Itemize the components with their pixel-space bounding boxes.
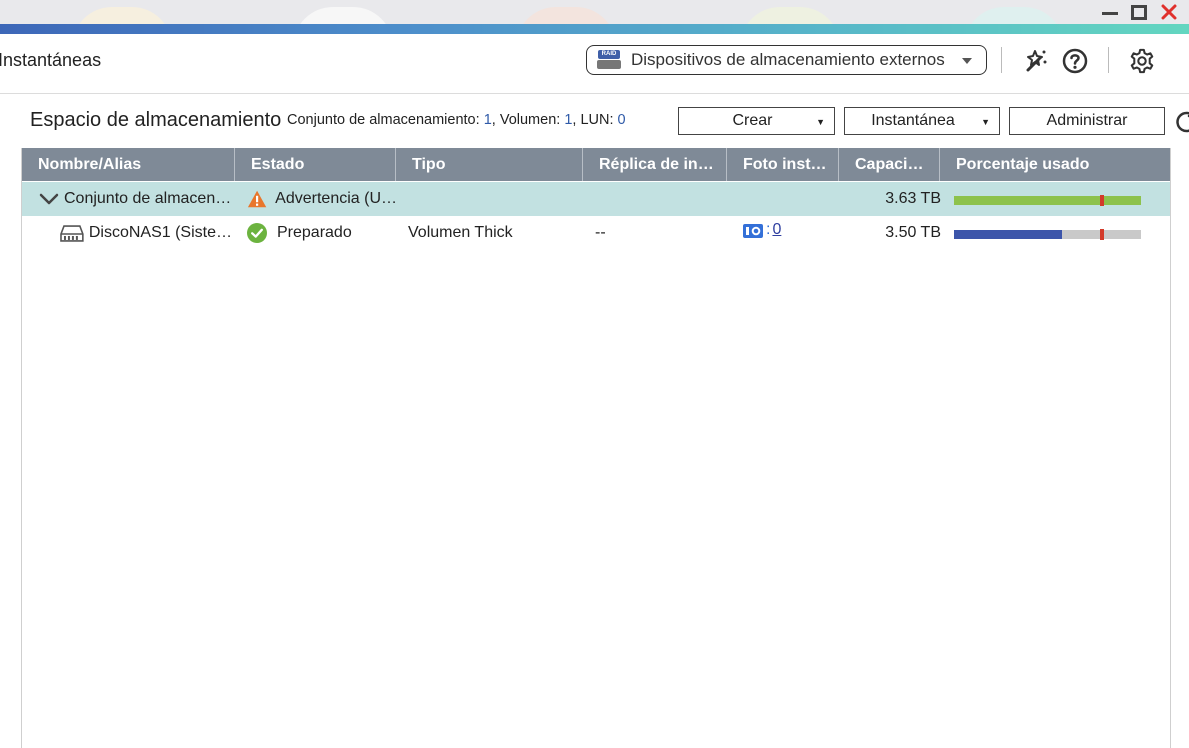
volume-name-cell: DiscoNAS1 (Siste… bbox=[60, 216, 232, 250]
help-button[interactable] bbox=[1062, 48, 1088, 74]
section-title: Espacio de almacenamiento bbox=[30, 109, 282, 131]
volume-snapshot-cell: : 0 bbox=[743, 216, 833, 250]
lun-count: 0 bbox=[617, 112, 626, 128]
close-button[interactable] bbox=[1157, 2, 1181, 22]
column-header-capacity[interactable]: Capaci… bbox=[839, 148, 940, 181]
external-storage-label: Dispositivos de almacenamiento externos bbox=[631, 50, 945, 69]
chevron-down-icon bbox=[962, 58, 972, 64]
row-type: Volumen Thick bbox=[408, 224, 513, 241]
minimize-icon bbox=[1102, 11, 1118, 15]
pool-name-cell: Conjunto de almacen… bbox=[39, 182, 233, 216]
chevron-down-icon[interactable] bbox=[39, 193, 59, 205]
maximize-icon bbox=[1131, 4, 1147, 20]
window-top-strip bbox=[0, 0, 1189, 24]
minimize-button[interactable] bbox=[1099, 2, 1121, 22]
column-header-status[interactable]: Estado bbox=[235, 148, 396, 181]
divider bbox=[1001, 47, 1002, 73]
column-header-name[interactable]: Nombre/Alias bbox=[22, 148, 235, 181]
column-header-type[interactable]: Tipo bbox=[396, 148, 583, 181]
page-title: Instantáneas bbox=[0, 50, 102, 70]
create-button[interactable]: Crear ▼ bbox=[678, 107, 835, 135]
app-header: Instantáneas RAID Dispositivos de almace… bbox=[0, 34, 1189, 94]
pool-capacity-cell: 3.63 TB bbox=[839, 182, 941, 216]
check-circle-icon bbox=[247, 223, 267, 243]
row-capacity: 3.50 TB bbox=[885, 224, 941, 241]
storage-toolbar: Espacio de almacenamiento Conjunto de al… bbox=[0, 94, 1189, 148]
raid-device-icon: RAID bbox=[597, 50, 623, 70]
divider bbox=[1108, 47, 1109, 73]
maximize-button[interactable] bbox=[1128, 2, 1150, 22]
column-header-usage[interactable]: Porcentaje usado bbox=[940, 148, 1170, 181]
warning-icon bbox=[247, 190, 267, 208]
snapshot-button[interactable]: Instantánea ▼ bbox=[844, 107, 1000, 135]
pool-usage-bar bbox=[954, 195, 1141, 206]
storage-table: Nombre/Alias Estado Tipo Réplica de in… … bbox=[21, 148, 1171, 748]
volume-type-cell: Volumen Thick bbox=[408, 216, 578, 250]
storage-summary: Conjunto de almacenamiento: 1, Volumen: … bbox=[287, 112, 626, 128]
pool-count: 1 bbox=[483, 112, 492, 128]
manage-button[interactable]: Administrar bbox=[1009, 107, 1165, 135]
snapshot-count-link[interactable]: 0 bbox=[772, 221, 781, 239]
refresh-icon bbox=[1176, 111, 1189, 133]
external-storage-dropdown[interactable]: RAID Dispositivos de almacenamiento exte… bbox=[586, 45, 987, 75]
table-row[interactable]: Conjunto de almacen… Advertencia (U… 3.6… bbox=[22, 182, 1170, 216]
caret-down-icon: ▼ bbox=[981, 117, 990, 127]
row-name: DiscoNAS1 (Siste… bbox=[88, 224, 232, 241]
row-capacity: 3.63 TB bbox=[885, 190, 941, 207]
row-status: Advertencia (U… bbox=[275, 190, 397, 207]
usage-fill bbox=[954, 230, 1063, 239]
tab-shape bbox=[740, 7, 840, 24]
volume-usage-bar bbox=[954, 229, 1141, 240]
tab-shape bbox=[72, 7, 172, 24]
table-row[interactable]: DiscoNAS1 (Siste… Preparado Volumen Thic… bbox=[22, 216, 1170, 250]
tab-shape bbox=[293, 7, 393, 24]
tab-shape bbox=[964, 7, 1064, 24]
accent-gradient-bar bbox=[0, 24, 1189, 34]
refresh-button[interactable] bbox=[1172, 108, 1189, 136]
tab-shape bbox=[516, 7, 616, 24]
help-icon bbox=[1062, 48, 1088, 74]
table-header: Nombre/Alias Estado Tipo Réplica de in… … bbox=[22, 148, 1170, 181]
disk-volume-icon bbox=[60, 225, 84, 242]
volume-capacity-cell: 3.50 TB bbox=[839, 216, 941, 250]
magic-wand-button[interactable] bbox=[1022, 48, 1048, 74]
close-icon bbox=[1161, 4, 1177, 20]
pool-status-cell: Advertencia (U… bbox=[247, 182, 397, 216]
usage-fill bbox=[954, 196, 1141, 205]
camera-icon bbox=[743, 224, 763, 238]
row-status: Preparado bbox=[277, 224, 352, 241]
gear-icon bbox=[1130, 48, 1154, 74]
usage-threshold-marker bbox=[1099, 195, 1104, 206]
column-header-replica[interactable]: Réplica de in… bbox=[583, 148, 727, 181]
volume-count: 1 bbox=[564, 112, 573, 128]
caret-down-icon: ▼ bbox=[816, 117, 825, 127]
row-replica: -- bbox=[595, 224, 606, 241]
volume-status-cell: Preparado bbox=[247, 216, 397, 250]
usage-threshold-marker bbox=[1099, 229, 1104, 240]
settings-button[interactable] bbox=[1129, 48, 1155, 74]
column-header-snapshot[interactable]: Foto inst… bbox=[727, 148, 839, 181]
volume-replica-cell: -- bbox=[595, 216, 715, 250]
row-name: Conjunto de almacen… bbox=[64, 190, 232, 207]
magic-wand-icon bbox=[1026, 50, 1047, 72]
